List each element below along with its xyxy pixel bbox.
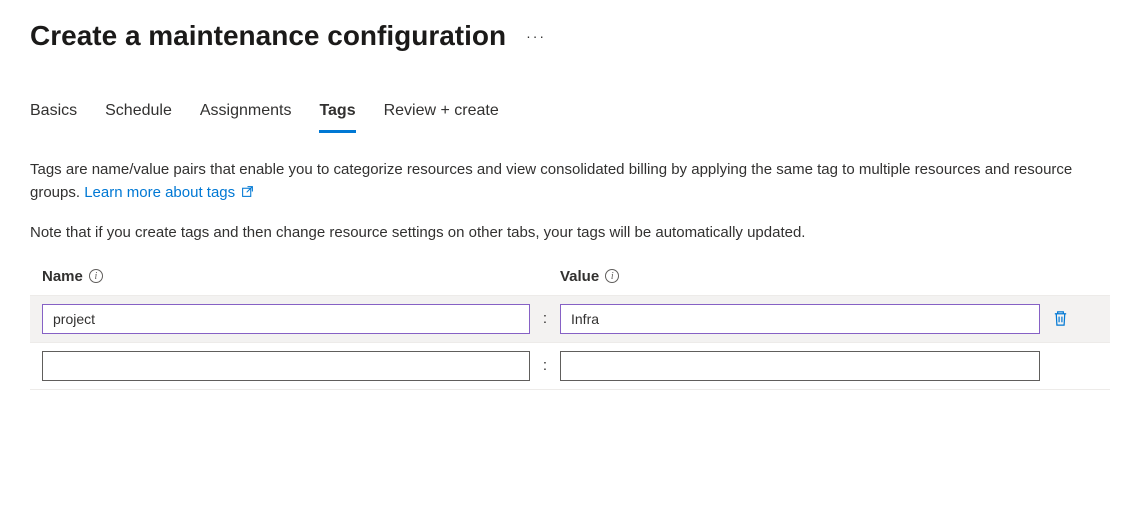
tag-name-input[interactable] — [42, 351, 530, 381]
trash-icon — [1052, 310, 1069, 327]
column-header-name: Name i — [42, 268, 530, 285]
more-icon[interactable]: ··· — [526, 28, 546, 44]
tab-schedule[interactable]: Schedule — [105, 102, 172, 133]
tag-value-input[interactable] — [560, 351, 1040, 381]
tags-note: Note that if you create tags and then ch… — [30, 221, 1108, 244]
tab-review-create[interactable]: Review + create — [384, 102, 499, 133]
tags-description: Tags are name/value pairs that enable yo… — [30, 158, 1108, 205]
separator: : — [530, 310, 560, 327]
page-title: Create a maintenance configuration — [30, 20, 506, 52]
delete-tag-button[interactable] — [1048, 306, 1073, 331]
tag-row: : — [30, 342, 1110, 390]
info-icon[interactable]: i — [605, 269, 619, 283]
tag-name-input[interactable] — [42, 304, 530, 334]
tab-tags[interactable]: Tags — [319, 102, 355, 133]
external-link-icon — [241, 185, 254, 198]
tag-row: : — [30, 295, 1110, 342]
info-icon[interactable]: i — [89, 269, 103, 283]
tab-assignments[interactable]: Assignments — [200, 102, 292, 133]
tab-basics[interactable]: Basics — [30, 102, 77, 133]
tag-value-input[interactable] — [560, 304, 1040, 334]
tabs: Basics Schedule Assignments Tags Review … — [30, 102, 1108, 134]
tags-table: Name i Value i : : — [30, 268, 1110, 390]
learn-more-link[interactable]: Learn more about tags — [84, 184, 254, 201]
separator: : — [530, 357, 560, 374]
column-header-value: Value i — [560, 268, 1098, 285]
